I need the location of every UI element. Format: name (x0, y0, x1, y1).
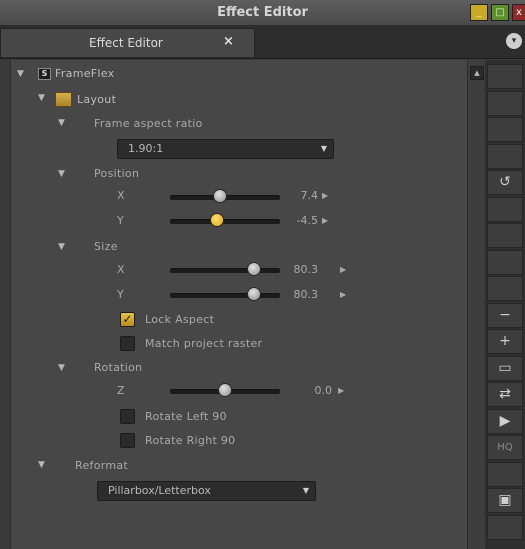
maximize-icon: □ (495, 7, 505, 18)
right-toolbar: ↺ − + ▭ ⇄ ▶ HQ ▣ (485, 60, 525, 549)
reformat-dropdown[interactable]: Pillarbox/Letterbox ▼ (97, 481, 316, 501)
lock-aspect-checkbox[interactable]: ✓ (120, 312, 135, 327)
swap-icon[interactable]: ⇄ (487, 382, 523, 407)
frameflex-label: FrameFlex (55, 67, 115, 80)
frame-aspect-ratio-value: 1.90:1 (128, 142, 164, 155)
chevron-down-icon: ▼ (302, 486, 309, 495)
tab-label: Effect Editor (89, 36, 163, 50)
effect-parameters-panel (10, 60, 468, 549)
rotation-z-label: Z (117, 384, 125, 397)
expand-reformat-icon[interactable]: ▼ (38, 460, 45, 470)
zoom-out-icon[interactable]: − (487, 302, 523, 328)
rotate-right-90-label: Rotate Right 90 (145, 434, 236, 447)
tab-bar: Effect Editor × ▾ (0, 25, 525, 59)
minimize-button[interactable]: _ (470, 4, 488, 21)
rotate-left-90-label: Rotate Left 90 (145, 410, 227, 423)
position-x-step-right-icon[interactable]: ▶ (322, 191, 328, 200)
position-y-slider-track[interactable] (170, 219, 280, 224)
toolbar-button[interactable] (487, 249, 523, 275)
close-window-button[interactable]: x (512, 4, 525, 21)
reformat-label: Reformat (75, 459, 129, 472)
toolbar-button[interactable] (487, 64, 523, 89)
size-y-step-right-icon[interactable]: ▶ (340, 290, 346, 299)
split-view-icon[interactable]: ▭ (487, 355, 523, 381)
toolbar-button[interactable] (487, 461, 523, 487)
toolbar-button[interactable] (487, 276, 523, 301)
rotation-z-slider-knob[interactable] (218, 383, 232, 397)
toolbar-button[interactable] (487, 196, 523, 222)
vertical-scrollbar[interactable]: ▲ (467, 60, 485, 549)
expand-size-icon[interactable]: ▼ (58, 242, 65, 252)
hq-toggle[interactable]: HQ (487, 435, 523, 460)
position-y-label: Y (117, 214, 125, 227)
lock-aspect-label: Lock Aspect (145, 313, 215, 326)
expand-aspect-ratio-icon[interactable]: ▼ (58, 118, 65, 128)
expand-frameflex-icon[interactable]: ▼ (17, 69, 24, 79)
position-y-value[interactable]: -4.5 (278, 214, 318, 227)
tab-menu-icon[interactable]: ▾ (506, 33, 522, 49)
match-project-raster-label: Match project raster (145, 337, 263, 350)
window-title: Effect Editor (217, 5, 308, 20)
frame-aspect-ratio-label: Frame aspect ratio (94, 117, 203, 130)
position-x-label: X (117, 189, 125, 202)
rotation-z-step-right-icon[interactable]: ▶ (338, 386, 344, 395)
maximize-button[interactable]: □ (491, 4, 509, 21)
close-icon: x (516, 7, 522, 18)
size-y-slider-track[interactable] (170, 293, 280, 298)
tab-effect-editor[interactable]: Effect Editor × (0, 28, 255, 57)
checkmark-icon: ✓ (122, 312, 133, 326)
expand-rotation-icon[interactable]: ▼ (58, 363, 65, 373)
size-x-slider-track[interactable] (170, 268, 280, 273)
safe-area-icon[interactable]: ▣ (487, 488, 523, 513)
toolbar-button[interactable] (487, 117, 523, 142)
rotate-right-90-checkbox[interactable] (120, 433, 135, 448)
minimize-icon: _ (476, 7, 482, 18)
frame-aspect-ratio-dropdown[interactable]: 1.90:1 ▼ (117, 139, 334, 159)
size-x-slider-knob[interactable] (246, 262, 261, 276)
expand-position-icon[interactable]: ▼ (58, 169, 65, 179)
rotation-label: Rotation (94, 361, 143, 374)
position-y-step-right-icon[interactable]: ▶ (322, 216, 328, 225)
toolbar-button[interactable] (487, 223, 523, 248)
size-y-value[interactable]: 80.3 (278, 288, 319, 301)
tab-close-icon[interactable]: × (223, 34, 234, 49)
play-icon[interactable]: ▶ (487, 408, 523, 434)
toolbar-button[interactable] (487, 143, 523, 169)
rotate-left-90-checkbox[interactable] (120, 409, 135, 424)
expand-layout-icon[interactable]: ▼ (38, 93, 45, 103)
scroll-up-icon[interactable]: ▲ (470, 66, 484, 80)
chevron-down-icon: ▼ (320, 144, 327, 153)
size-y-label: Y (117, 288, 125, 301)
position-label: Position (94, 167, 140, 180)
toolbar-button[interactable] (487, 514, 523, 540)
size-y-slider-knob[interactable] (246, 287, 261, 301)
toolbar-button[interactable] (487, 90, 523, 116)
rotation-z-value[interactable]: 0.0 (292, 384, 333, 397)
reformat-value: Pillarbox/Letterbox (108, 484, 211, 497)
size-label: Size (94, 240, 118, 253)
position-x-value[interactable]: 7.4 (278, 189, 319, 202)
size-x-step-right-icon[interactable]: ▶ (340, 265, 346, 274)
frameflex-effect-icon: S (38, 68, 51, 80)
reset-icon[interactable]: ↺ (487, 170, 523, 195)
size-x-label: X (117, 263, 125, 276)
zoom-in-icon[interactable]: + (487, 329, 523, 354)
match-project-raster-checkbox[interactable] (120, 336, 135, 351)
layout-label: Layout (77, 93, 117, 106)
layout-folder-icon (55, 92, 72, 107)
size-x-value[interactable]: 80.3 (278, 263, 319, 276)
window-titlebar: Effect Editor _ □ x (0, 0, 525, 26)
